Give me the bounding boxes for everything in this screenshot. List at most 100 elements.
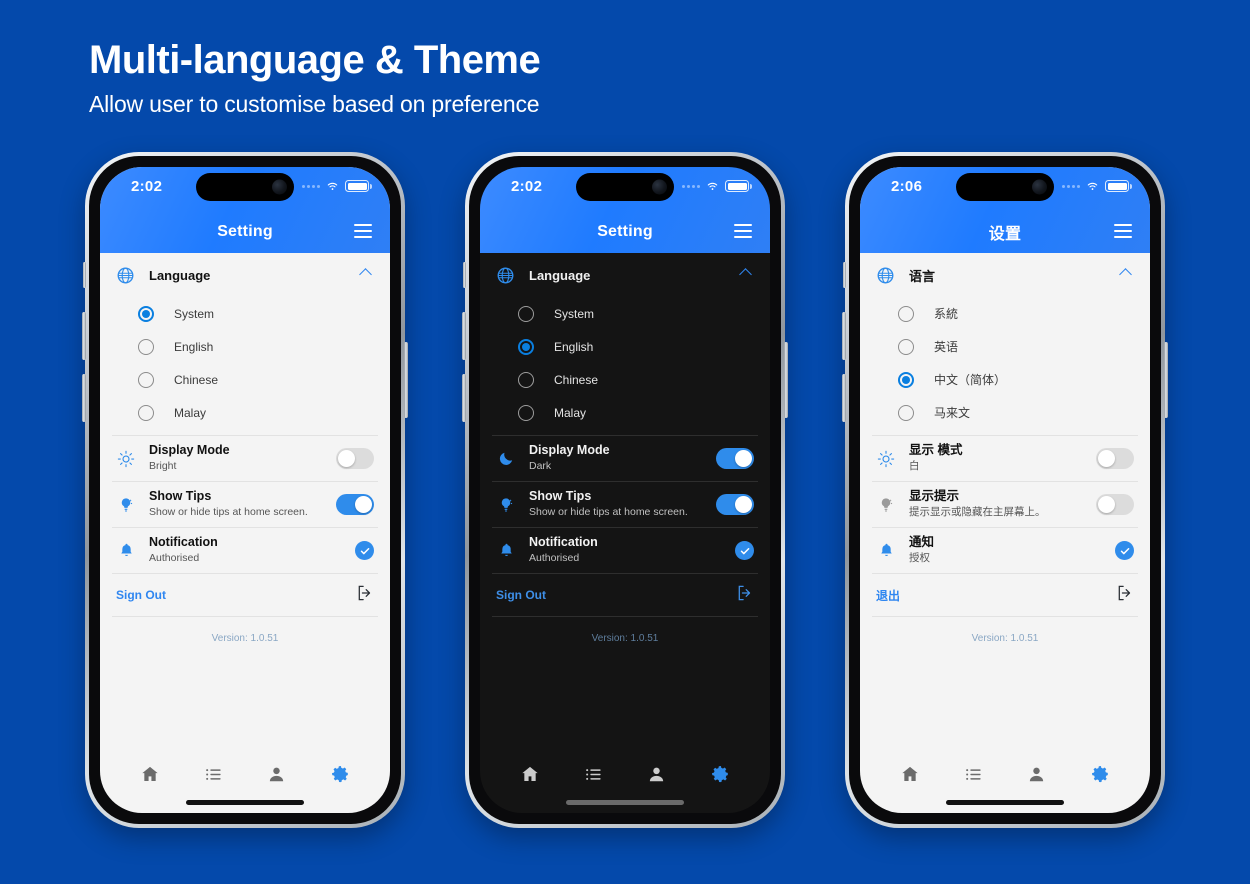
- sign-out-row[interactable]: 退出: [860, 574, 1150, 616]
- divider: [492, 616, 758, 617]
- radio-unselected-icon[interactable]: [138, 371, 154, 388]
- language-option-1[interactable]: System: [480, 297, 770, 330]
- hamburger-menu-icon[interactable]: [1114, 224, 1132, 238]
- sign-out-row[interactable]: Sign Out: [100, 574, 390, 616]
- volume-up-button[interactable]: [82, 312, 86, 360]
- setting-row-2[interactable]: 显示提示 提示显示或隐藏在主屏幕上。: [860, 482, 1150, 527]
- nav-list-button[interactable]: [962, 763, 984, 785]
- radio-unselected-icon[interactable]: [138, 404, 154, 421]
- home-indicator: [946, 800, 1064, 805]
- nav-home-button[interactable]: [519, 763, 541, 785]
- radio-unselected-icon[interactable]: [898, 404, 914, 421]
- phone-mockup-2: 2:02 Setting Language System English Chinese M…: [462, 152, 788, 828]
- setting-row-1[interactable]: Display Mode Bright: [100, 436, 390, 481]
- power-button[interactable]: [784, 342, 788, 418]
- language-option-1[interactable]: 系統: [860, 297, 1150, 330]
- header-title: Setting: [597, 223, 653, 240]
- language-option-1[interactable]: System: [100, 297, 390, 330]
- chevron-up-icon[interactable]: [1119, 268, 1132, 281]
- nav-gear-button[interactable]: [709, 763, 731, 785]
- globe-icon: [496, 266, 515, 285]
- language-option-label: Chinese: [174, 372, 219, 387]
- check-badge-icon[interactable]: [735, 541, 754, 560]
- setting-row-title: 显示提示: [909, 489, 960, 504]
- language-section-header[interactable]: Language: [100, 253, 390, 297]
- toggle-switch[interactable]: [1096, 448, 1134, 469]
- nav-home-button[interactable]: [139, 763, 161, 785]
- toggle-switch[interactable]: [716, 494, 754, 515]
- silence-switch[interactable]: [463, 262, 466, 288]
- volume-up-button[interactable]: [462, 312, 466, 360]
- radio-unselected-icon[interactable]: [518, 404, 534, 421]
- language-option-label: English: [554, 339, 594, 354]
- toggle-switch[interactable]: [716, 448, 754, 469]
- setting-row-1[interactable]: 显示 模式白: [860, 436, 1150, 481]
- setting-row-1[interactable]: Display Mode Dark: [480, 436, 770, 481]
- silence-switch[interactable]: [843, 262, 846, 288]
- sign-out-icon[interactable]: [736, 584, 754, 607]
- phone-mockup-1: 2:02 Setting Language System English Chinese M…: [82, 152, 408, 828]
- language-option-4[interactable]: 马来文: [860, 396, 1150, 429]
- setting-row-2[interactable]: Show Tips Show or hide tips at home scree…: [100, 482, 390, 527]
- radio-selected-icon[interactable]: [138, 305, 154, 322]
- app-header: Setting: [480, 211, 770, 253]
- language-option-2[interactable]: 英语: [860, 330, 1150, 363]
- radio-unselected-icon[interactable]: [898, 338, 914, 355]
- nav-gear-button[interactable]: [1089, 763, 1111, 785]
- language-option-label: 马来文: [934, 406, 971, 420]
- wifi-icon: [1085, 180, 1100, 192]
- nav-person-button[interactable]: [266, 763, 288, 785]
- phone-mockup-3: 2:06 设置 语言 系統 英语 中文（简体） 马来文 显示 模式白显示提示 提示显示或隐藏在主…: [842, 152, 1168, 828]
- volume-down-button[interactable]: [842, 374, 846, 422]
- hamburger-menu-icon[interactable]: [734, 224, 752, 238]
- chevron-up-icon[interactable]: [359, 268, 372, 281]
- language-option-3[interactable]: Chinese: [100, 363, 390, 396]
- check-badge-icon[interactable]: [355, 541, 374, 560]
- language-section-header[interactable]: 语言: [860, 253, 1150, 297]
- chevron-up-icon[interactable]: [739, 268, 752, 281]
- volume-down-button[interactable]: [462, 374, 466, 422]
- radio-unselected-icon[interactable]: [518, 371, 534, 388]
- radio-selected-icon[interactable]: [898, 371, 914, 388]
- setting-row-3[interactable]: Notification Authorised: [100, 528, 390, 573]
- sign-out-row[interactable]: Sign Out: [480, 574, 770, 616]
- volume-up-button[interactable]: [842, 312, 846, 360]
- language-option-3[interactable]: 中文（简体）: [860, 363, 1150, 396]
- toggle-switch[interactable]: [336, 494, 374, 515]
- language-option-4[interactable]: Malay: [100, 396, 390, 429]
- nav-person-button[interactable]: [1026, 763, 1048, 785]
- volume-down-button[interactable]: [82, 374, 86, 422]
- sign-out-icon[interactable]: [1116, 584, 1134, 607]
- silence-switch[interactable]: [83, 262, 86, 288]
- radio-selected-icon[interactable]: [518, 338, 534, 355]
- setting-row-2[interactable]: Show Tips Show or hide tips at home scree…: [480, 482, 770, 527]
- nav-home-button[interactable]: [899, 763, 921, 785]
- language-option-2[interactable]: English: [100, 330, 390, 363]
- language-option-label: System: [554, 306, 595, 321]
- language-option-4[interactable]: Malay: [480, 396, 770, 429]
- setting-row-subtitle: Authorised: [149, 551, 200, 564]
- power-button[interactable]: [404, 342, 408, 418]
- radio-unselected-icon[interactable]: [898, 305, 914, 322]
- globe-icon: [876, 266, 895, 285]
- language-section-header[interactable]: Language: [480, 253, 770, 297]
- setting-row-3[interactable]: 通知 授权: [860, 528, 1150, 573]
- setting-row-title: Display Mode: [149, 443, 230, 458]
- setting-row-subtitle: Bright: [149, 459, 177, 472]
- toggle-switch[interactable]: [1096, 494, 1134, 515]
- nav-gear-button[interactable]: [329, 763, 351, 785]
- nav-list-button[interactable]: [582, 763, 604, 785]
- sign-out-icon[interactable]: [356, 584, 374, 607]
- radio-unselected-icon[interactable]: [138, 338, 154, 355]
- toggle-switch[interactable]: [336, 448, 374, 469]
- nav-person-button[interactable]: [646, 763, 668, 785]
- radio-unselected-icon[interactable]: [518, 305, 534, 322]
- language-option-2[interactable]: English: [480, 330, 770, 363]
- nav-list-button[interactable]: [202, 763, 224, 785]
- app-header: Setting: [100, 211, 390, 253]
- setting-row-3[interactable]: Notification Authorised: [480, 528, 770, 573]
- hamburger-menu-icon[interactable]: [354, 224, 372, 238]
- language-option-3[interactable]: Chinese: [480, 363, 770, 396]
- check-badge-icon[interactable]: [1115, 541, 1134, 560]
- power-button[interactable]: [1164, 342, 1168, 418]
